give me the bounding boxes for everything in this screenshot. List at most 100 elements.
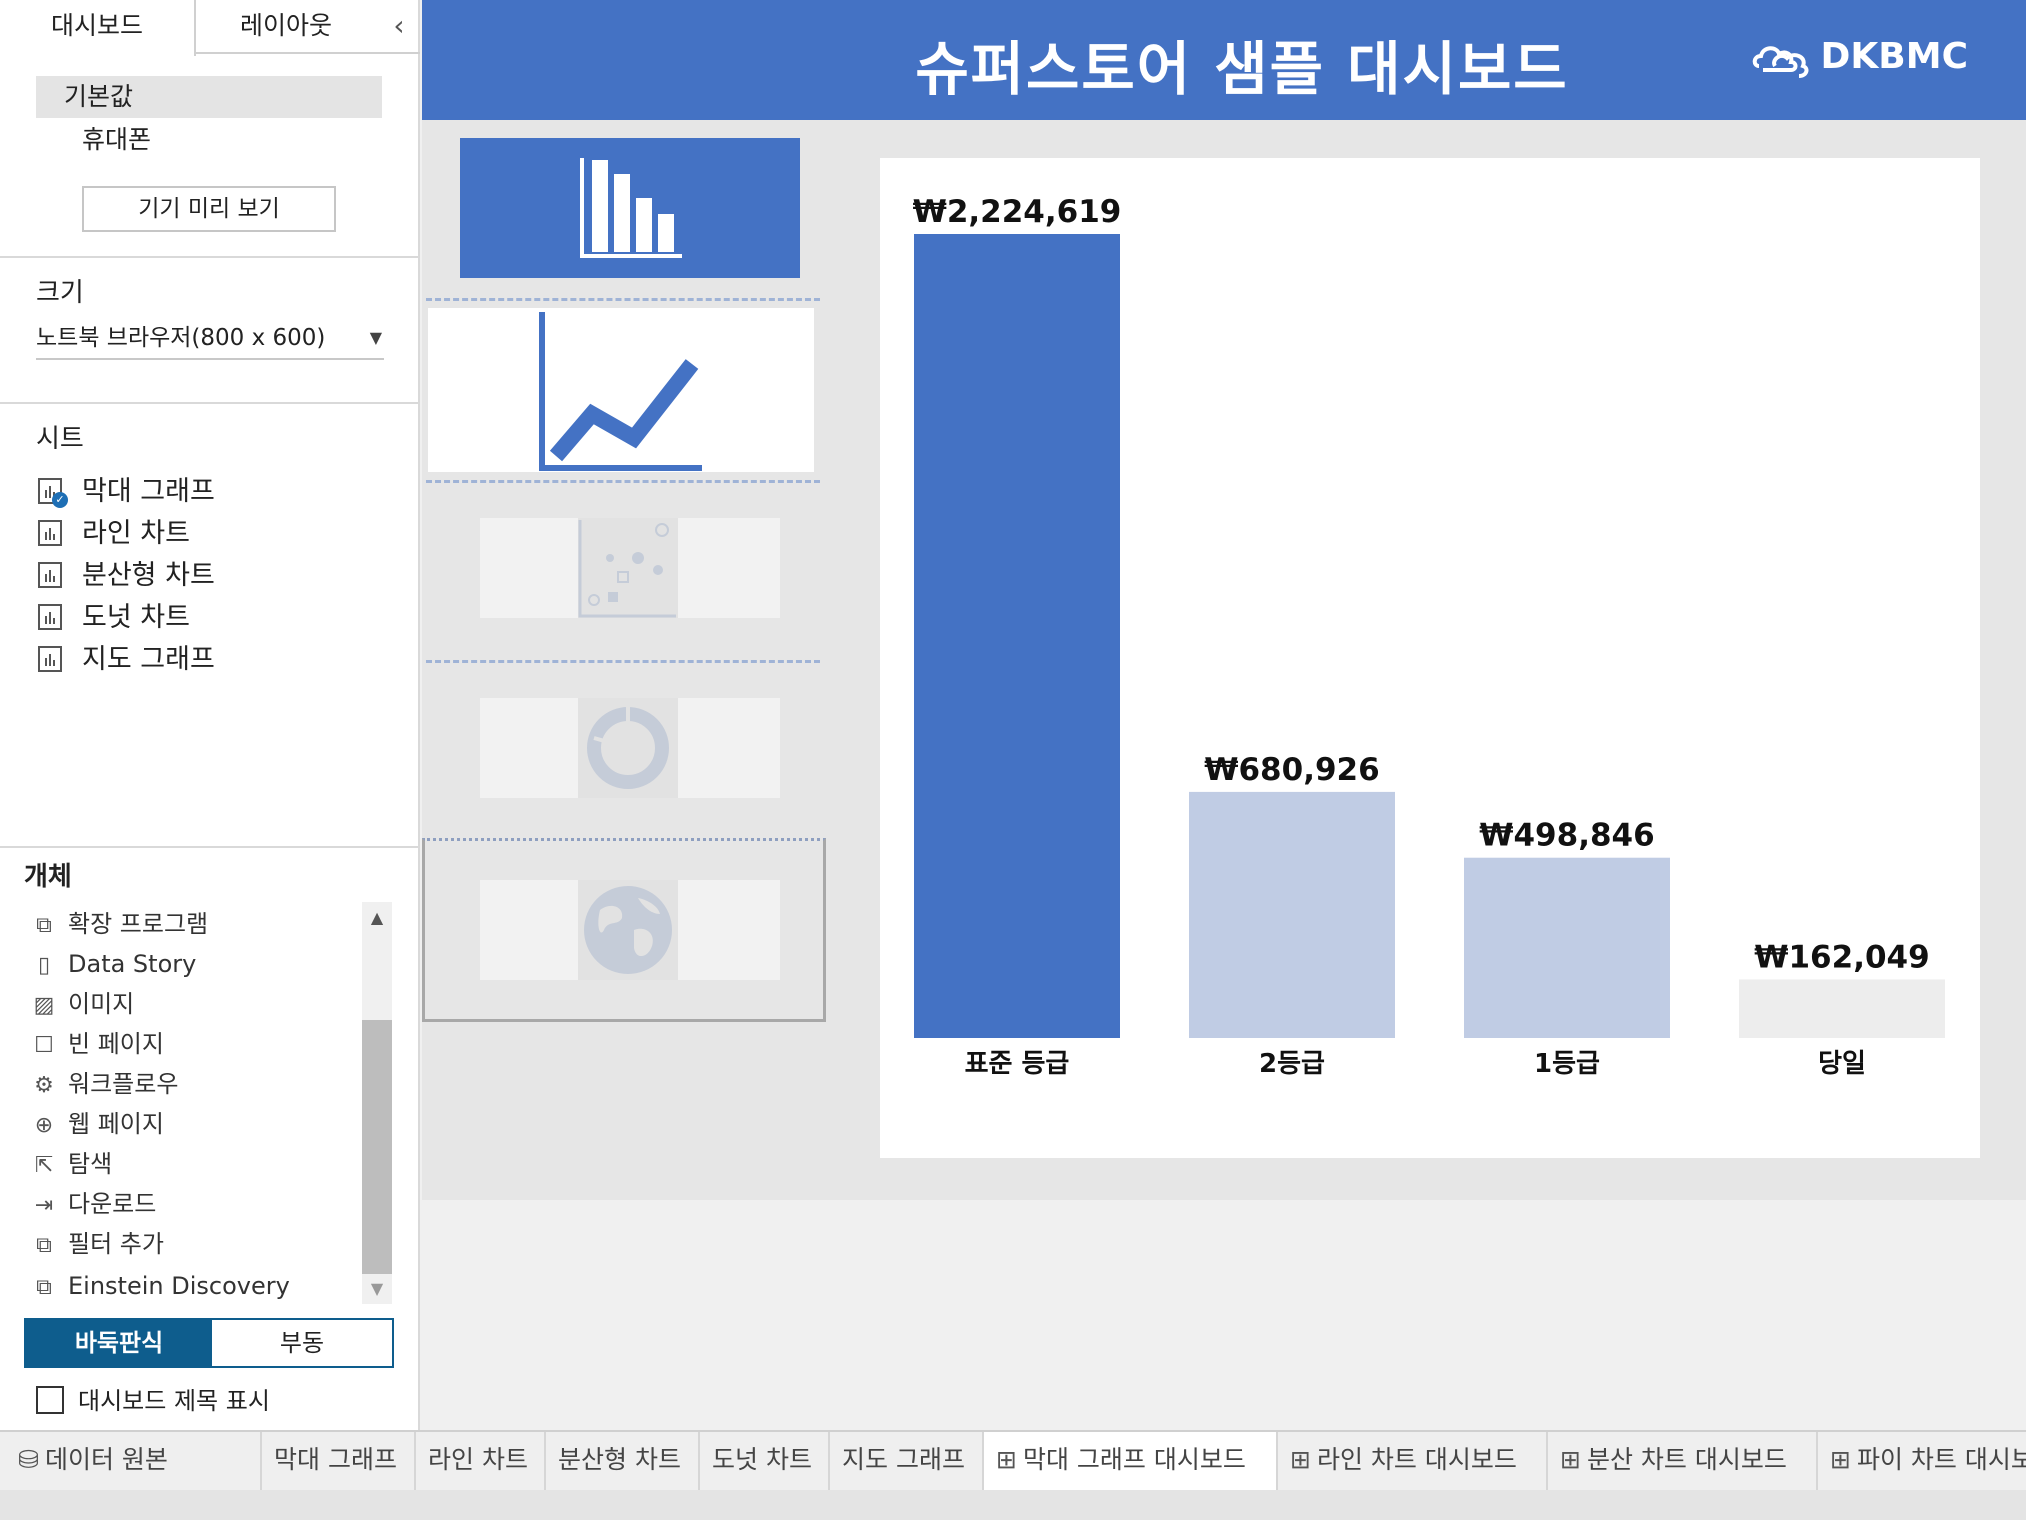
sheet-item-donut-chart[interactable]: 도넛 차트 bbox=[38, 598, 190, 638]
navigate-icon: ⇱ bbox=[34, 1153, 54, 1178]
puzzle-icon: ⧉ bbox=[36, 913, 52, 938]
object-label: 탐색 bbox=[68, 1150, 113, 1178]
object-workflow[interactable]: ⚙ 워크플로우 bbox=[30, 1066, 178, 1102]
object-add-filter[interactable]: ⧉ 필터 추가 bbox=[30, 1226, 164, 1262]
sheet-item-label: 막대 그래프 bbox=[82, 476, 215, 507]
pane-tabs: 대시보드 레이아웃 ‹ bbox=[0, 0, 420, 56]
nav-map-graph-button[interactable] bbox=[480, 880, 780, 980]
dashboard-icon: ⊞ bbox=[1560, 1445, 1581, 1474]
object-einstein-discovery[interactable]: ⧉ Einstein Discovery bbox=[30, 1268, 290, 1304]
size-dropdown-value: 노트북 브라우저(800 x 600) bbox=[36, 325, 326, 351]
bar-chart-panel: ₩2,224,619 표준 등급 ₩680,926 2등급 ₩498,846 1등급 ₩16… bbox=[880, 158, 1980, 1158]
object-navigate[interactable]: ⇱ 탐색 bbox=[30, 1146, 112, 1182]
device-preview-button[interactable]: 기기 미리 보기 bbox=[82, 186, 336, 232]
worksheet-icon bbox=[38, 603, 62, 630]
dashboard-canvas: 슈퍼스토어 샘플 대시보드 DKBMC ₩2,224,619 표준 등급 ₩68… bbox=[422, 0, 2026, 1200]
device-default[interactable]: 기본값 bbox=[36, 76, 382, 118]
bar-value-label: ₩2,224,619 bbox=[913, 194, 1122, 230]
tab-map-graph[interactable]: 지도 그래프 bbox=[830, 1432, 984, 1490]
tab-layout[interactable]: 레이아웃 bbox=[196, 0, 376, 54]
check-badge-icon: ✓ bbox=[52, 491, 68, 508]
sheet-item-label: 라인 차트 bbox=[82, 518, 190, 549]
dashboard-header: 슈퍼스토어 샘플 대시보드 DKBMC bbox=[422, 0, 2026, 120]
tab-label: 분산 차트 대시보드 bbox=[1586, 1445, 1787, 1474]
object-label: 필터 추가 bbox=[68, 1230, 164, 1258]
tab-label: 막대 그래프 대시보드 bbox=[1022, 1445, 1246, 1474]
dashboard-title: 슈퍼스토어 샘플 대시보드 bbox=[915, 35, 1569, 103]
object-label: 빈 페이지 bbox=[68, 1030, 164, 1058]
sheet-item-label: 분산형 차트 bbox=[82, 560, 215, 591]
tab-line-chart[interactable]: 라인 차트 bbox=[416, 1432, 546, 1490]
sheet-tab-bar: ⛁ 데이터 원본 막대 그래프 라인 차트 분산형 차트 도넛 차트 지도 그래프… bbox=[0, 1430, 2026, 1490]
worksheet-icon bbox=[38, 645, 62, 672]
tab-bar-graph-dashboard[interactable]: ⊞ 막대 그래프 대시보드 bbox=[984, 1432, 1278, 1490]
chevron-left-icon[interactable]: ‹ bbox=[384, 10, 414, 44]
show-dashboard-title-checkbox[interactable]: 대시보드 제목 표시 bbox=[36, 1386, 270, 1416]
objects-scrollbar[interactable]: ▲ ▼ bbox=[362, 902, 392, 1304]
checkbox-icon[interactable] bbox=[36, 1386, 64, 1414]
sheets-section-title: 시트 bbox=[36, 424, 84, 454]
category-label: 2등급 bbox=[1259, 1049, 1325, 1079]
scroll-down-arrow-icon[interactable]: ▼ bbox=[362, 1279, 392, 1298]
object-web-page[interactable]: ⊕ 웹 페이지 bbox=[30, 1106, 164, 1142]
sheet-item-label: 도넛 차트 bbox=[82, 602, 190, 633]
nav-bar-chart-button[interactable] bbox=[460, 138, 800, 278]
scroll-up-arrow-icon[interactable]: ▲ bbox=[362, 908, 392, 927]
company-logo: DKBMC bbox=[1751, 36, 1968, 78]
sheet-item-scatter-chart[interactable]: 분산형 차트 bbox=[38, 556, 215, 596]
line-chart-icon bbox=[539, 312, 702, 471]
object-label: 워크플로우 bbox=[68, 1070, 179, 1098]
bar-2[interactable] bbox=[1189, 791, 1395, 1038]
tab-bar-graph[interactable]: 막대 그래프 bbox=[262, 1432, 416, 1490]
bar-1[interactable] bbox=[914, 234, 1120, 1038]
tab-donut-chart[interactable]: 도넛 차트 bbox=[700, 1432, 830, 1490]
tab-label: 지도 그래프 bbox=[842, 1445, 965, 1474]
navigation-column bbox=[422, 120, 832, 1200]
bar-chart-icon bbox=[580, 158, 682, 258]
tab-label: 막대 그래프 bbox=[274, 1445, 397, 1474]
nav-scatter-chart-button[interactable] bbox=[480, 518, 780, 618]
worksheet-icon bbox=[38, 519, 62, 546]
scrollbar-thumb[interactable] bbox=[362, 1020, 392, 1274]
bar-value-label: ₩680,926 bbox=[1204, 752, 1379, 788]
separator-dashed bbox=[426, 660, 820, 663]
sheet-item-map-graph[interactable]: 지도 그래프 bbox=[38, 640, 215, 680]
object-blank[interactable]: ☐ 빈 페이지 bbox=[30, 1026, 164, 1062]
tab-scatter-chart-dashboard[interactable]: ⊞ 분산 차트 대시보드 bbox=[1548, 1432, 1818, 1490]
canvas-empty-area bbox=[422, 1200, 2026, 1430]
object-download[interactable]: ⇥ 다운로드 bbox=[30, 1186, 157, 1222]
sheet-item-line-chart[interactable]: 라인 차트 bbox=[38, 514, 190, 554]
nav-line-chart-button[interactable] bbox=[428, 308, 814, 472]
tiled-button[interactable]: 바둑판식 bbox=[26, 1320, 212, 1366]
tab-dashboard[interactable]: 대시보드 bbox=[0, 0, 196, 56]
object-data-story[interactable]: ▯ Data Story bbox=[30, 946, 196, 982]
device-phone[interactable]: 휴대폰 bbox=[82, 120, 151, 160]
object-label: 확장 프로그램 bbox=[68, 910, 209, 938]
sheet-item-label: 지도 그래프 bbox=[82, 644, 215, 675]
tab-pie-chart-dashboard[interactable]: ⊞파이 차트 대시보드 bbox=[1818, 1432, 2026, 1490]
status-bar bbox=[0, 1490, 2026, 1520]
nav-donut-chart-button[interactable] bbox=[480, 698, 780, 798]
cloud-logo-icon bbox=[1752, 46, 1808, 78]
object-extension[interactable]: ⧉ 확장 프로그램 bbox=[30, 906, 208, 942]
object-image[interactable]: ▨ 이미지 bbox=[30, 986, 135, 1022]
tab-scatter-chart[interactable]: 분산형 차트 bbox=[546, 1432, 700, 1490]
dashboard-icon: ⊞ bbox=[1290, 1445, 1311, 1474]
category-label: 당일 bbox=[1818, 1049, 1866, 1079]
size-dropdown[interactable]: 노트북 브라우저(800 x 600) ▼ bbox=[36, 318, 384, 360]
database-icon: ⛁ bbox=[18, 1445, 39, 1474]
tab-data-source[interactable]: ⛁ 데이터 원본 bbox=[0, 1432, 262, 1490]
object-label: 웹 페이지 bbox=[68, 1110, 164, 1138]
bar-3[interactable] bbox=[1464, 857, 1670, 1038]
divider bbox=[0, 402, 420, 404]
bar-4[interactable] bbox=[1739, 979, 1945, 1038]
puzzle-icon: ⧉ bbox=[36, 1275, 52, 1300]
sheet-item-bar-graph[interactable]: ✓ 막대 그래프 bbox=[38, 472, 215, 512]
tab-label: 라인 차트 bbox=[428, 1445, 528, 1474]
globe-icon: ⊕ bbox=[34, 1113, 54, 1138]
floating-button[interactable]: 부동 bbox=[212, 1320, 392, 1366]
category-label: 표준 등급 bbox=[965, 1049, 1070, 1079]
tab-line-chart-dashboard[interactable]: ⊞ 라인 차트 대시보드 bbox=[1278, 1432, 1548, 1490]
dashboard-icon: ⊞ bbox=[1830, 1445, 1851, 1474]
object-label: Einstein Discovery bbox=[68, 1272, 290, 1300]
